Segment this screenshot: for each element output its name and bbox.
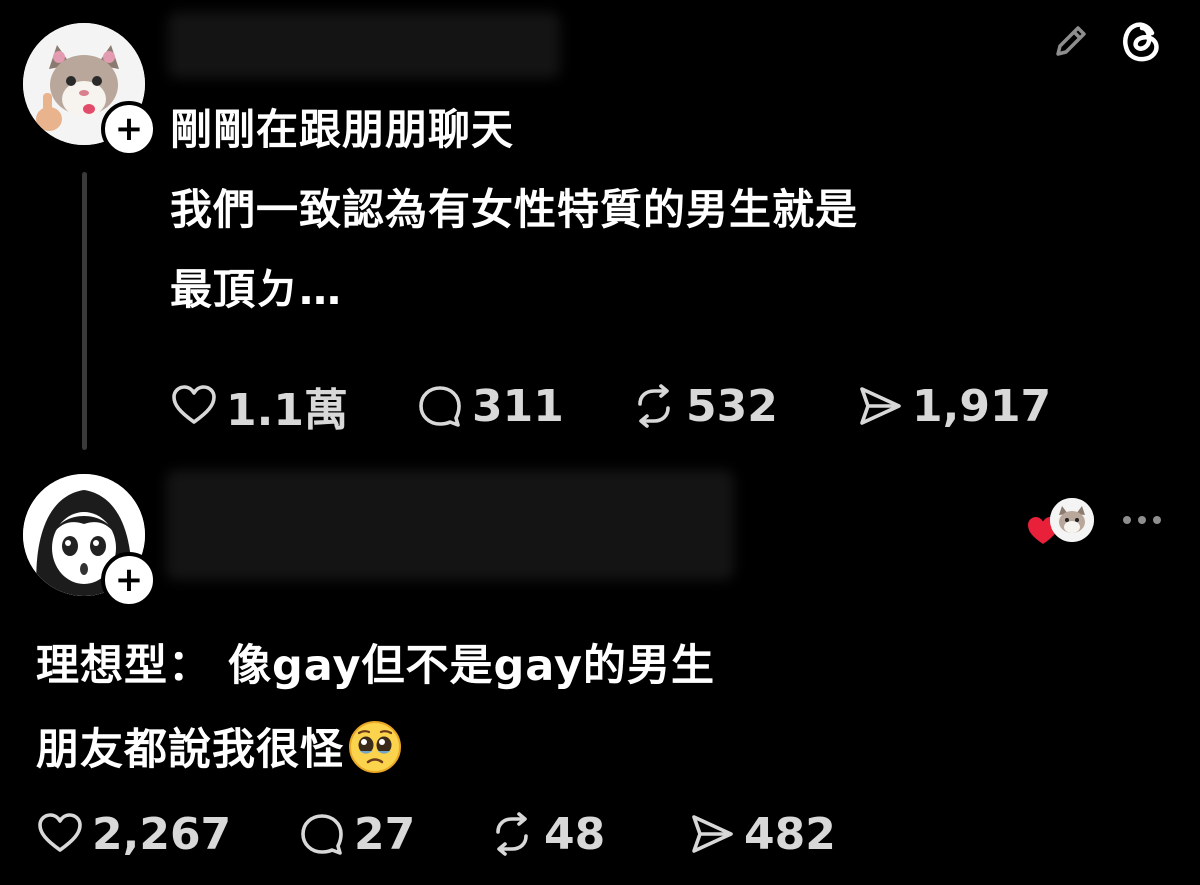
like-button[interactable]: 1.1萬 — [170, 374, 416, 438]
repost-count: 532 — [686, 380, 778, 432]
pencil-icon[interactable] — [1050, 18, 1094, 62]
reply-count: 311 — [472, 380, 564, 432]
share-button[interactable]: 1,917 — [856, 381, 1056, 432]
repost-button[interactable]: 48 — [488, 809, 688, 860]
username-redacted — [168, 12, 560, 78]
share-count: 1,917 — [912, 380, 1052, 432]
post2-line-2-wrap: 朋友都說我很怪 — [36, 708, 715, 792]
reply-button[interactable]: 27 — [298, 809, 488, 860]
share-count: 482 — [744, 808, 836, 860]
repost-count: 48 — [544, 808, 606, 860]
post2-line-1: 理想型： 像gay但不是gay的男生 — [36, 641, 715, 691]
post1-line-2: 我們一致認為有女性特質的男生就是 — [170, 185, 859, 234]
like-button[interactable]: 2,267 — [36, 809, 298, 860]
more-dots-icon[interactable] — [1120, 510, 1164, 530]
comment-icon — [301, 814, 343, 855]
send-icon — [860, 387, 901, 425]
plus-icon: + — [114, 109, 144, 149]
heart-icon — [172, 385, 216, 424]
thread-connector-line — [82, 172, 87, 450]
reply-count: 27 — [354, 808, 416, 860]
post2-text: 理想型： 像gay但不是gay的男生 朋友都說我很怪 — [36, 624, 715, 792]
share-button[interactable]: 482 — [688, 809, 868, 860]
post1-actions: 1.1萬 311 532 1,917 — [170, 378, 1056, 436]
post2-actions: 2,267 27 48 482 — [36, 806, 868, 862]
follow-plus-button[interactable]: + — [101, 101, 157, 157]
heart-icon — [38, 813, 82, 852]
reply-button[interactable]: 311 — [416, 381, 630, 432]
like-count: 1.1萬 — [226, 385, 348, 436]
post1-text: 剛剛在跟朋朋聊天 我們一致認為有女性特質的男生就是 最頂ㄉ… — [170, 90, 858, 330]
post2-line-2: 朋友都說我很怪 — [36, 725, 344, 775]
threads-screen: + 剛剛在跟朋朋聊天 我們一致認為有女性特質的男生就是 最頂ㄉ… 1.1萬 31… — [0, 0, 1200, 885]
username-redacted — [166, 470, 734, 580]
post1-line-3: 最頂ㄉ… — [170, 265, 343, 314]
comment-icon — [419, 386, 461, 427]
author-mini-avatar — [1050, 498, 1094, 542]
send-icon — [692, 815, 733, 853]
repost-button[interactable]: 532 — [630, 381, 856, 432]
pleading-face-emoji — [349, 721, 401, 773]
post1-line-1: 剛剛在跟朋朋聊天 — [170, 105, 515, 154]
repost-icon — [496, 812, 528, 856]
follow-plus-button[interactable]: + — [101, 552, 157, 608]
repost-icon — [638, 384, 670, 428]
threads-logo-icon[interactable] — [1116, 16, 1166, 66]
plus-icon: + — [114, 560, 144, 600]
like-count: 2,267 — [92, 808, 232, 860]
